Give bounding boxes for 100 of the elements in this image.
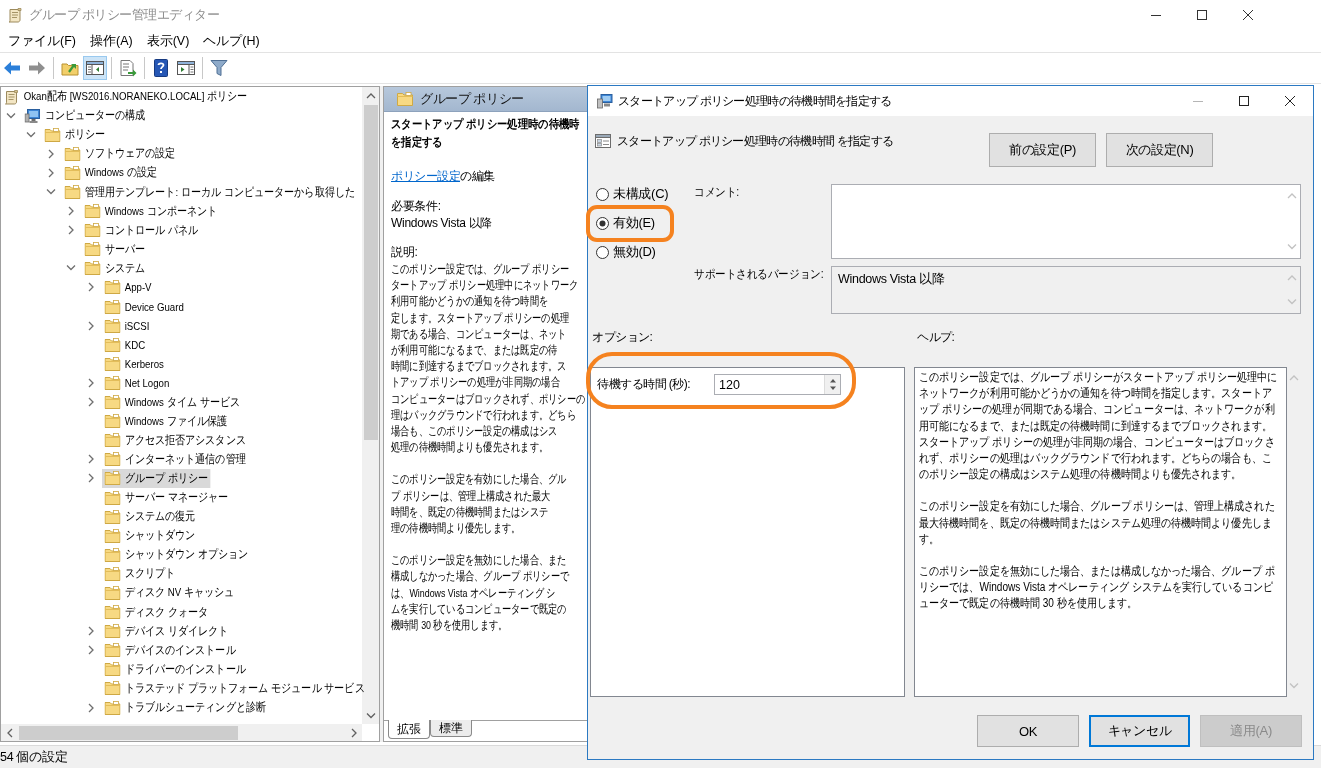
horizontal-scrollbar[interactable] [1,724,362,741]
up-down-arrows-icon [828,378,837,391]
policy-setting-link[interactable]: ポリシー設定 [391,168,460,185]
tree-item[interactable]: アクセス拒否アシスタンス [102,430,249,450]
previous-setting-button[interactable]: 前の設定(P) [989,133,1096,167]
chevron-right-icon[interactable] [66,225,76,236]
tree-item[interactable]: Device Guard [102,297,187,317]
tree-item[interactable]: シャットダウン オプション [102,545,251,565]
tree-item[interactable]: ポリシー [42,125,108,145]
vertical-scrollbar[interactable] [362,87,379,724]
folder-icon [104,605,121,620]
menu-item[interactable]: 操作(A) [82,30,140,52]
tree-item[interactable]: ディスク NV キャッシュ [102,583,237,603]
chevron-right-icon[interactable] [86,397,96,408]
tree-item[interactable]: ディスク クォータ [102,602,211,622]
tree-item[interactable]: デバイスのインストール [102,640,239,660]
tree-item[interactable]: システムの復元 [102,507,198,527]
chevron-right-icon[interactable] [46,148,56,159]
tree-item[interactable]: Windows タイム サービス [102,392,243,412]
chevron-down-icon[interactable] [26,129,36,140]
maximize-icon [1239,96,1249,106]
chevron-right-icon[interactable] [86,626,96,637]
tab[interactable]: 標準 [430,720,472,737]
folder-arrow-icon [61,60,79,76]
ok-button[interactable]: OK [977,715,1079,747]
radio-option[interactable]: 未構成(C) [596,184,669,204]
tree-item[interactable]: Kerberos [102,354,167,374]
tree-item[interactable]: iSCSI [102,316,152,336]
scrollbar-thumb[interactable] [363,105,378,440]
description-text: 場合も、このポリシー設定の構成はシス [391,424,558,440]
chevron-down-icon[interactable] [46,187,56,197]
spin-buttons[interactable] [824,375,840,394]
menu-item[interactable]: ファイル(F) [1,30,83,52]
tree-item[interactable]: システム [82,258,148,278]
tree-item[interactable]: サーバー マネージャー [102,488,231,507]
chevron-right-icon[interactable] [86,377,96,388]
scrollbar-thumb[interactable] [19,725,238,740]
cancel-button[interactable]: キャンセル [1089,715,1190,747]
tree-item[interactable]: コントロール パネル [82,220,201,240]
folder-icon [104,414,121,429]
radio-option[interactable]: 有効(E) [596,213,655,233]
chevron-right-icon[interactable] [86,473,96,484]
edit-text: の編集 [460,168,495,185]
status-text: 54 個の設定 [0,748,68,766]
tree-item[interactable]: Net Logon [102,373,172,393]
folder-icon [104,471,121,486]
description-text: このポリシー設定では、グループ ポリシー [391,262,570,277]
number-field[interactable]: 120 [714,374,841,395]
tree-item[interactable]: サーバー [82,239,148,259]
tree-item[interactable]: Windows ファイル保護 [102,411,230,431]
tree-item[interactable]: ソフトウェアの設定 [62,144,178,164]
tree-item[interactable]: グループ ポリシー [102,468,211,488]
help-paragraph: このポリシー設定では、グループ ポリシーがスタートアップ ポリシー処理中にネットワークが利用可能かどうかの通知を待つ時間を指定します。スタートアップ ポリシーの処理が同期である場合、コンピューターは、ネットワークが利用可能になるまで、または既定の待機時間に到達するまでブロックされます。スタートアップ ポリシーの処理が非同期の場合、コンピューターはブロックされず、ポリシーの処理はバックグラウンドで行われます。どちらの場合も、このポリシー設定の構成はシステム処理の待機時間よりも優先されます。 [919,369,1279,483]
chevron-right-icon[interactable] [86,702,96,713]
chevron-right-icon[interactable] [86,454,96,465]
tree-item[interactable]: App-V [102,278,155,297]
chevron-right-icon[interactable] [66,206,76,217]
chevron-right-icon[interactable] [46,167,56,178]
tree-item[interactable]: デバイス リダイレクト [102,621,231,641]
folder-icon [84,204,101,219]
tree-toggle-button[interactable] [83,56,107,80]
folder-icon [104,566,121,581]
tree-item[interactable]: シャットダウン [102,526,198,546]
tree-item[interactable]: トラブルシューティングと診断 [102,698,269,718]
scroll-icon [7,7,23,23]
requirements-text: Windows Vista 以降 [391,215,492,232]
help-paragraph: このポリシー設定を無効にした場合、または構成しなかった場合、グループ ポリシーでは、Windows Vista オペレーティング システムを実行しているコンピューターで既定の待機時間 30 秒を使用します。 [919,563,1276,612]
description-text: トアップ ポリシーの処理が非同期の場合 [391,375,560,391]
tree-item[interactable]: Windows コンポーネント [82,201,220,221]
filter-icon [210,59,228,77]
folder-icon [104,356,121,371]
description-text: このポリシー設定を有効にした場合、グル [391,472,567,488]
menu-item[interactable]: ヘルプ(H) [196,30,267,52]
close-icon [1285,96,1295,106]
chevron-down-icon[interactable] [6,110,16,121]
folder-icon [84,223,101,238]
tab[interactable]: 拡張 [388,720,430,739]
next-setting-button[interactable]: 次の設定(N) [1106,133,1213,167]
tree-item[interactable]: インターネット通信の管理 [102,449,249,469]
tree-item[interactable]: スクリプト [102,564,178,584]
tree-item[interactable]: Okan配布 [WS2016.NORANEKO.LOCAL] ポリシー [1,87,250,107]
chevron-right-icon[interactable] [86,645,96,656]
setting-heading: スタートアップ ポリシー処理時の待機時間 を指定する [617,134,894,149]
description-text: が利用可能になるまで、または既定の待 [391,343,558,359]
tree-item[interactable]: コンピューターの構成 [22,106,149,126]
tree-item[interactable]: トラステッド プラットフォーム モジュール サービス [102,678,368,698]
tree-item[interactable]: Windows の設定 [62,163,160,183]
chevron-right-icon[interactable] [86,320,96,331]
comment-label: コメント: [694,184,740,199]
tree-item[interactable]: ドライバーのインストール [102,659,249,679]
folder-icon [104,375,121,390]
description-text: ムを実行しているコンピューターで既定の [391,601,567,617]
menu-item[interactable]: 表示(V) [139,30,197,52]
setting-title: を指定する [391,133,443,151]
tree-item[interactable]: KDC [102,335,148,355]
radio-option[interactable]: 無効(D) [596,242,656,262]
chevron-right-icon[interactable] [86,282,96,293]
option-label: 待機する時間 (秒): [597,376,692,393]
chevron-down-icon[interactable] [365,710,376,721]
tree-item[interactable]: 管理用テンプレート: ローカル コンピューターから取得した [62,182,358,202]
